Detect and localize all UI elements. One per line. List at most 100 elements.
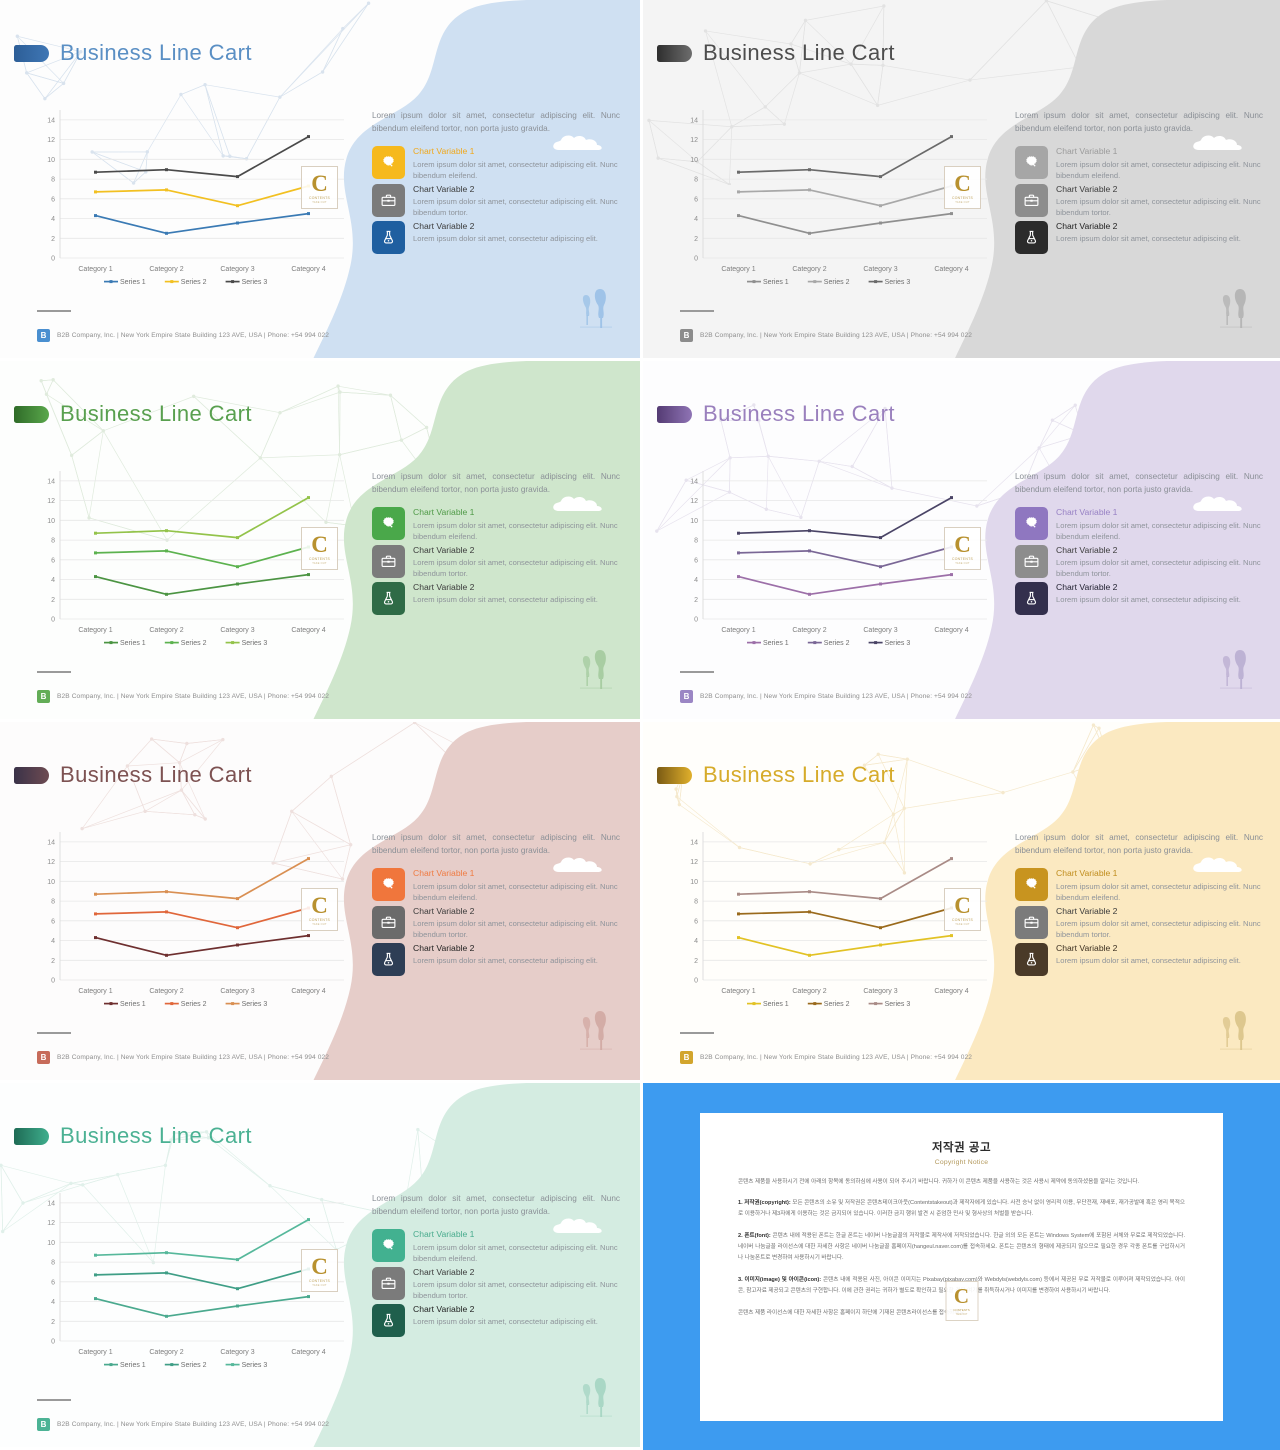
feature-body: Chart Variable 1 Lorem ipsum dolor sit am… [1056,868,1263,902]
feature-item[interactable]: Chart Variable 2 Lorem ipsum dolor sit am… [1015,905,1263,940]
feature-item[interactable]: Chart Variable 2 Lorem ipsum dolor sit am… [372,183,620,218]
company-logo: B [37,329,50,342]
svg-text:Category 4: Category 4 [291,627,325,634]
briefcase-icon[interactable] [372,183,405,217]
copyright-paragraph: 1. 저작권(copyright): 모든 콘텐츠의 소유 및 저작권은 콘텐츠… [738,1200,1185,1218]
svg-text:Series 1: Series 1 [763,1001,789,1008]
slide-header: Business Line Cart [14,1123,252,1149]
gear-icon[interactable] [372,146,405,180]
svg-text:8: 8 [51,538,55,545]
feature-list: Chart Variable 1 Lorem ipsum dolor sit am… [372,868,620,976]
title-chip-icon [14,1127,49,1145]
briefcase-icon[interactable] [372,544,405,578]
feature-body: Chart Variable 2 Lorem ipsum dolor sit am… [413,943,598,976]
svg-text:2: 2 [51,1319,55,1326]
feature-item[interactable]: Chart Variable 2 Lorem ipsum dolor sit am… [372,1303,620,1337]
feature-item[interactable]: Chart Variable 2 Lorem ipsum dolor sit am… [1015,942,1263,976]
info-panel: Lorem ipsum dolor sit amet, consectetur … [372,1193,620,1340]
title-chip-icon [14,44,49,62]
footer: B B2B Company, Inc. | New York Empire St… [680,690,972,703]
flask-icon[interactable] [1015,220,1048,254]
flask-icon[interactable] [372,1303,405,1337]
feature-item[interactable]: Chart Variable 1 Lorem ipsum dolor sit am… [372,507,620,541]
svg-text:14: 14 [47,840,55,847]
feature-description: Lorem ipsum dolor sit amet, consectetur … [413,918,618,939]
svg-text:14: 14 [47,118,55,125]
gear-icon[interactable] [1015,507,1048,541]
svg-text:Category 1: Category 1 [78,266,112,273]
gear-icon[interactable] [372,1229,405,1263]
briefcase-icon[interactable] [1015,183,1048,217]
svg-text:12: 12 [47,859,55,866]
lead-paragraph: Lorem ipsum dolor sit amet, consectetur … [372,472,620,494]
feature-item[interactable]: Chart Variable 1 Lorem ipsum dolor sit am… [1015,507,1263,541]
trees-icon [1218,650,1254,695]
feature-item[interactable]: Chart Variable 1 Lorem ipsum dolor sit am… [372,146,620,180]
gear-icon[interactable] [1015,868,1048,902]
svg-text:6: 6 [51,196,55,203]
gear-icon[interactable] [372,868,405,902]
svg-text:Category 2: Category 2 [149,266,183,273]
feature-item[interactable]: Chart Variable 1 Lorem ipsum dolor sit am… [372,868,620,902]
svg-text:Series 3: Series 3 [242,640,268,647]
lead-paragraph: Lorem ipsum dolor sit amet, consectetur … [372,111,620,133]
company-logo: B [37,1051,50,1064]
svg-text:2: 2 [694,958,698,965]
feature-item[interactable]: Chart Variable 1 Lorem ipsum dolor sit am… [1015,146,1263,180]
feature-item[interactable]: Chart Variable 2 Lorem ipsum dolor sit am… [1015,220,1263,254]
feature-item[interactable]: Chart Variable 1 Lorem ipsum dolor sit am… [1015,868,1263,902]
footer-text: B2B Company, Inc. | New York Empire Stat… [57,1421,330,1428]
copyright-heading-en: Copyright Notice [934,1158,989,1166]
copyright-paragraph: 2. 폰트(font): 콘텐츠 내에 적용된 폰트는 한글 폰트는 네이버 나… [738,1233,1186,1262]
svg-text:8: 8 [694,177,698,184]
feature-body: Chart Variable 1 Lorem ipsum dolor sit am… [413,507,620,541]
feature-description: Lorem ipsum dolor sit amet, consectetur … [1056,233,1241,243]
feature-item[interactable]: Chart Variable 2 Lorem ipsum dolor sit am… [1015,183,1263,218]
gear-icon[interactable] [1015,146,1048,180]
svg-text:0: 0 [694,256,698,263]
footer: B B2B Company, Inc. | New York Empire St… [37,1418,329,1431]
gear-icon[interactable] [372,507,405,541]
flask-icon[interactable] [1015,581,1048,615]
svg-text:8: 8 [694,899,698,906]
flask-icon[interactable] [372,942,405,976]
svg-text:Series 1: Series 1 [120,640,146,647]
company-logo: B [37,690,50,703]
feature-item[interactable]: Chart Variable 2 Lorem ipsum dolor sit am… [372,1266,620,1301]
lead-paragraph: Lorem ipsum dolor sit amet, consectetur … [1015,111,1263,133]
feature-item[interactable]: Chart Variable 2 Lorem ipsum dolor sit am… [372,905,620,940]
feature-item[interactable]: Chart Variable 2 Lorem ipsum dolor sit am… [1015,544,1263,579]
svg-text:6: 6 [51,557,55,564]
feature-item[interactable]: Chart Variable 2 Lorem ipsum dolor sit am… [372,581,620,615]
title-chip-icon [657,44,692,62]
title-chip-icon [657,766,692,784]
feature-description: Lorem ipsum dolor sit amet, consectetur … [1056,520,1261,541]
briefcase-icon[interactable] [1015,905,1048,939]
feature-description: Lorem ipsum dolor sit amet, consectetur … [1056,594,1241,604]
svg-text:14: 14 [47,479,55,486]
feature-item[interactable]: Chart Variable 2 Lorem ipsum dolor sit am… [372,942,620,976]
footer-text: B2B Company, Inc. | New York Empire Stat… [700,693,973,700]
svg-text:Category 1: Category 1 [78,988,112,995]
flask-icon[interactable] [372,220,405,254]
watermark-logo: C CONTENTS TAKE OUT [945,1280,978,1321]
svg-text:Category 1: Category 1 [721,988,755,995]
feature-body: Chart Variable 2 Lorem ipsum dolor sit am… [413,1304,598,1337]
feature-body: Chart Variable 2 Lorem ipsum dolor sit am… [1056,943,1241,976]
feature-item[interactable]: Chart Variable 2 Lorem ipsum dolor sit am… [372,220,620,254]
flask-icon[interactable] [1015,942,1048,976]
feature-description: Lorem ipsum dolor sit amet, consectetur … [413,955,598,965]
flask-icon[interactable] [372,581,405,615]
briefcase-icon[interactable] [372,1266,405,1300]
svg-text:2: 2 [51,958,55,965]
feature-item[interactable]: Chart Variable 2 Lorem ipsum dolor sit am… [1015,581,1263,615]
svg-text:Category 3: Category 3 [863,988,897,995]
feature-item[interactable]: Chart Variable 1 Lorem ipsum dolor sit am… [372,1229,620,1263]
briefcase-icon[interactable] [372,905,405,939]
slide-teal: Business Line Cart 0 2 4 6 8 10 12 14 Category 1… [0,1083,643,1450]
feature-item[interactable]: Chart Variable 2 Lorem ipsum dolor sit am… [372,544,620,579]
feature-description: Lorem ipsum dolor sit amet, consectetur … [1056,918,1261,939]
svg-text:12: 12 [47,137,55,144]
trees-icon [1218,289,1254,334]
briefcase-icon[interactable] [1015,544,1048,578]
